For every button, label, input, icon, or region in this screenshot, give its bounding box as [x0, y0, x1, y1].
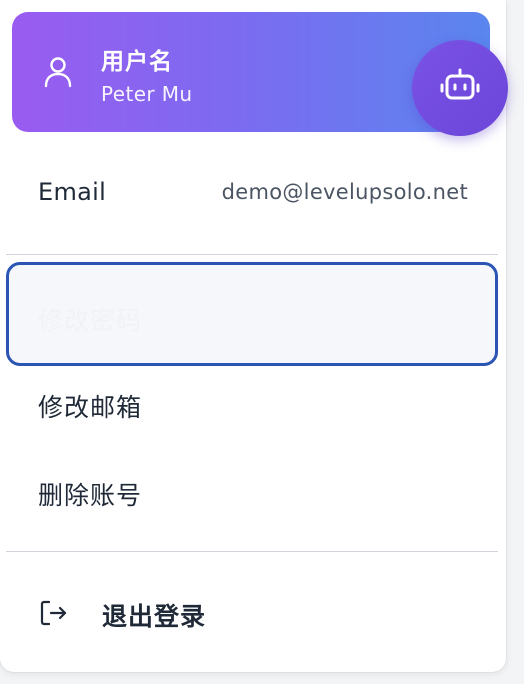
- username-value: Peter Mu: [101, 82, 193, 106]
- divider: [6, 254, 498, 255]
- email-row: Email demo@levelupsolo.net: [0, 160, 506, 228]
- page-background: [506, 0, 524, 684]
- change-password-label: 修改密码: [38, 306, 143, 335]
- email-label: Email: [38, 178, 107, 206]
- assistant-bot-button[interactable]: [412, 40, 508, 136]
- change-password-item[interactable]: 修改密码: [6, 262, 498, 366]
- change-email-item[interactable]: 修改邮箱: [6, 361, 498, 447]
- logout-label: 退出登录: [102, 602, 207, 631]
- logout-item[interactable]: 退出登录: [6, 570, 498, 656]
- logout-icon: [38, 598, 68, 628]
- change-email-label: 修改邮箱: [38, 393, 143, 422]
- robot-icon: [438, 64, 482, 112]
- delete-account-item[interactable]: 删除账号: [6, 449, 498, 535]
- email-value: demo@levelupsolo.net: [221, 180, 468, 204]
- divider: [6, 551, 498, 552]
- username-label: 用户名: [101, 49, 173, 75]
- user-icon: [40, 54, 76, 90]
- delete-account-label: 删除账号: [38, 481, 143, 510]
